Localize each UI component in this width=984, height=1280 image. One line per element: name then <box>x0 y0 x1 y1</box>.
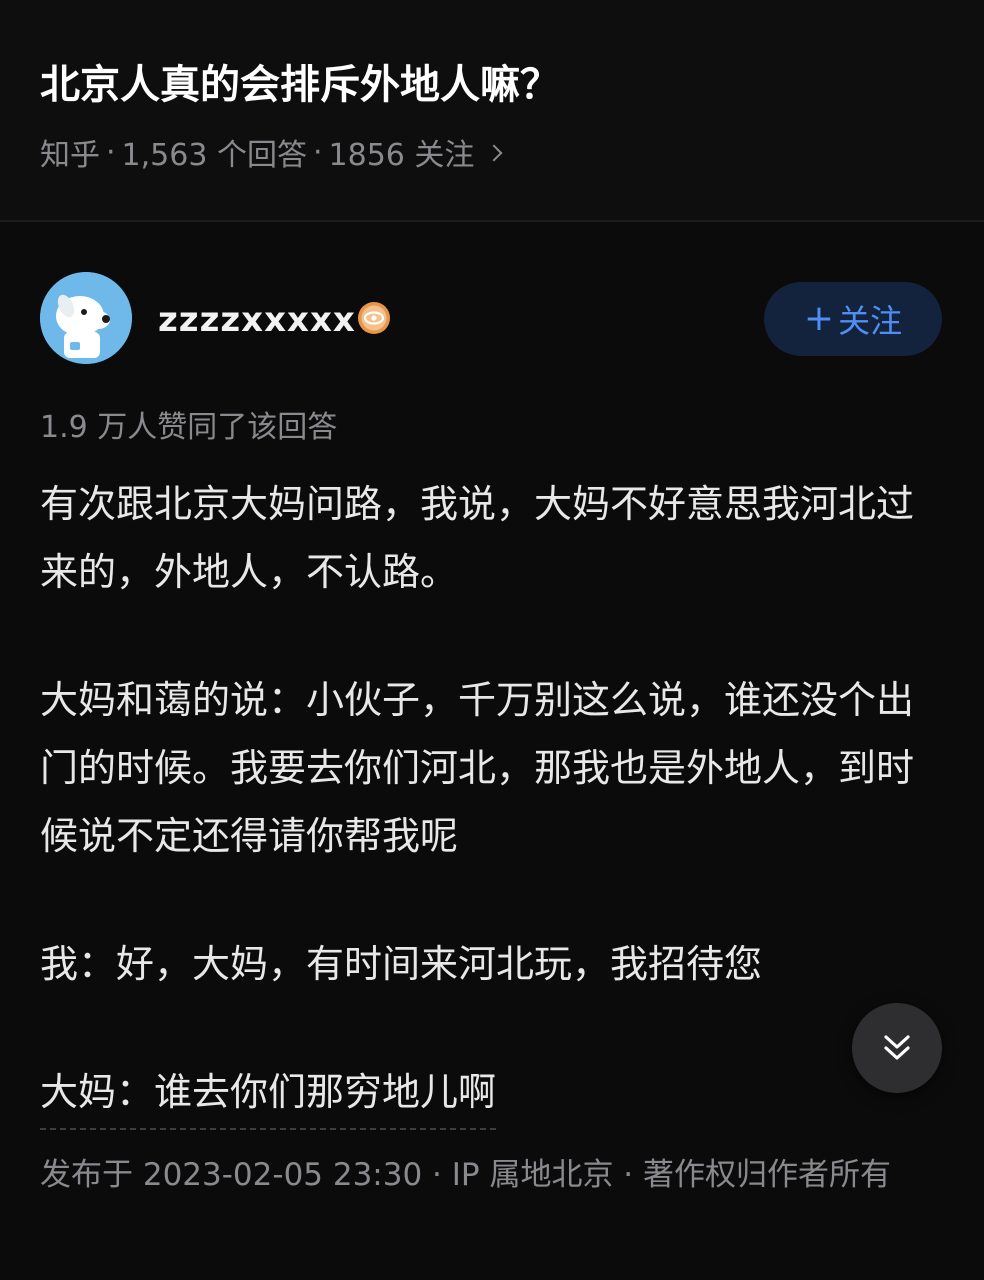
answer-paragraph: 有次跟北京大妈问路，我说，大妈不好意思我河北过来的，外地人，不认路。 <box>40 482 915 594</box>
answer-body: 有次跟北京大妈问路，我说，大妈不好意思我河北过来的，外地人，不认路。 大妈和蔼的… <box>40 470 940 1130</box>
header-divider <box>0 220 984 222</box>
chevron-right-icon <box>485 144 503 162</box>
dog-avatar-icon <box>40 272 132 364</box>
question-meta[interactable]: 知乎 · 1,563 个回答 · 1856 关注 <box>40 130 503 174</box>
meta-separator: · <box>106 134 116 170</box>
question-title[interactable]: 北京人真的会排斥外地人嘛？ <box>40 52 560 110</box>
avatar[interactable] <box>40 272 132 364</box>
eye-badge-icon <box>358 302 390 334</box>
follow-label: 关注 <box>838 302 903 340</box>
vote-summary: 1.9 万人赞同了该回答 <box>40 410 338 445</box>
answer-paragraph: 我：好，大妈，有时间来河北玩，我招待您 <box>40 942 763 986</box>
scroll-down-button[interactable] <box>852 1003 942 1093</box>
answer-paragraph: 大妈：谁去你们那穷地儿啊 <box>40 1058 497 1130</box>
follow-button[interactable]: + 关注 <box>764 282 942 356</box>
publish-info: 发布于 2023-02-05 23:30 · IP 属地北京 · 著作权归作者所… <box>40 1157 892 1193</box>
double-chevron-down-icon <box>884 1035 910 1060</box>
question-header: 北京人真的会排斥外地人嘛？ 知乎 · 1,563 个回答 · 1856 关注 <box>0 0 984 220</box>
answer-paragraph: 大妈和蔼的说：小伙子，千万别这么说，谁还没个出门的时候。我要去你们河北，那我也是… <box>40 678 915 858</box>
answer-count: 1,563 个回答 <box>121 138 307 173</box>
source-label: 知乎 <box>40 138 100 173</box>
author-name[interactable]: zzzzxxxxx <box>158 300 356 340</box>
meta-separator: · <box>312 134 323 170</box>
plus-icon: + <box>803 298 835 339</box>
follow-count: 1856 关注 <box>328 138 475 173</box>
